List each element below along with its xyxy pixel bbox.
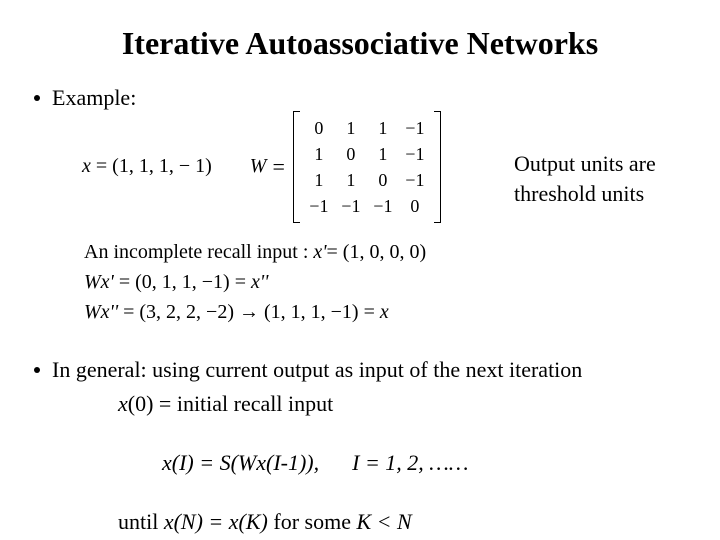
sub-l2: x(I) = S(Wx(I-1)), I = 1, 2, …… xyxy=(162,450,468,475)
sub-line1: x(0) = initial recall input xyxy=(118,389,686,419)
sub-l3-b: x(N) = x(K) xyxy=(164,509,268,534)
recall-block: An incomplete recall input : x'= (1, 0, … xyxy=(84,237,686,327)
matrix-cell: 0 xyxy=(335,141,367,167)
w-equals: = xyxy=(272,152,284,182)
sub-l3-a: until xyxy=(118,509,164,534)
matrix-cell: 1 xyxy=(367,141,399,167)
sub-l3-c: for some xyxy=(268,509,357,534)
sub-line3: until x(N) = x(K) for some K < N xyxy=(118,507,686,537)
recall-line1: An incomplete recall input : x'= (1, 0, … xyxy=(84,237,686,267)
bullet-example: Example: xyxy=(34,83,686,113)
side-note-line1: Output units are xyxy=(514,149,714,179)
matrix-cell: −1 xyxy=(399,115,431,141)
matrix-cell: 0 xyxy=(399,193,431,219)
recall-l1-rest: = (1, 0, 0, 0) xyxy=(327,241,427,263)
x-vector-value: = (1, 1, 1, − 1) xyxy=(96,155,212,177)
sub-line2: x(I) = S(Wx(I-1)), I = 1, 2, …… xyxy=(118,418,686,507)
example-equation-row: x = (1, 1, 1, − 1) W = 011−1101−1110−1−1… xyxy=(34,117,686,223)
matrix-cell: −1 xyxy=(303,193,335,219)
x-var: x xyxy=(82,155,91,177)
side-note-line2: threshold units xyxy=(514,179,714,209)
matrix-cell: −1 xyxy=(335,193,367,219)
w-var: W xyxy=(250,153,267,180)
w-matrix-body: 011−1101−1110−1−1−1−10 xyxy=(301,111,433,223)
recall-line2: Wx' = (0, 1, 1, −1) = x'' xyxy=(84,267,686,297)
recall-l1-prefix: An incomplete recall input : xyxy=(84,241,313,263)
bullet-dot-icon xyxy=(34,95,40,101)
matrix-cell: 1 xyxy=(335,115,367,141)
matrix-cell: −1 xyxy=(399,167,431,193)
recall-l3-b: = (3, 2, 2, −2) → (1, 1, 1, −1) = xyxy=(118,301,380,323)
sub-l1-b: (0) = initial recall input xyxy=(128,391,333,416)
sub-l1-a: x xyxy=(118,391,128,416)
matrix-cell: −1 xyxy=(399,141,431,167)
bullet-general-text: In general: using current output as inpu… xyxy=(52,355,582,385)
bullet-example-text: Example: xyxy=(52,83,136,113)
matrix-cell: 0 xyxy=(367,167,399,193)
bullet-dot-icon xyxy=(34,367,40,373)
matrix-cell: 1 xyxy=(303,141,335,167)
matrix-cell: 1 xyxy=(303,167,335,193)
recall-l3-c: x xyxy=(380,301,389,323)
recall-l2-a: Wx' xyxy=(84,271,114,293)
recall-line3: Wx'' = (3, 2, 2, −2) → (1, 1, 1, −1) = x xyxy=(84,297,686,327)
matrix-cell: −1 xyxy=(367,193,399,219)
bullet-general: In general: using current output as inpu… xyxy=(34,355,686,385)
matrix-cell: 1 xyxy=(367,115,399,141)
recall-l3-a: Wx'' xyxy=(84,301,118,323)
left-bracket-icon xyxy=(291,111,301,223)
side-note: Output units are threshold units xyxy=(514,149,714,208)
right-bracket-icon xyxy=(433,111,443,223)
general-sublines: x(0) = initial recall input x(I) = S(Wx(… xyxy=(118,389,686,537)
sub-l3-d: K < N xyxy=(356,509,411,534)
w-matrix-eq: W = 011−1101−1110−1−1−1−10 xyxy=(250,111,443,223)
recall-l2-c: x'' xyxy=(251,271,268,293)
recall-l1-var: x' xyxy=(313,241,326,263)
recall-l2-b: = (0, 1, 1, −1) = xyxy=(114,271,251,293)
x-vector-eq: x = (1, 1, 1, − 1) xyxy=(82,153,212,180)
matrix-cell: 0 xyxy=(303,115,335,141)
w-matrix: 011−1101−1110−1−1−1−10 xyxy=(291,111,443,223)
matrix-cell: 1 xyxy=(335,167,367,193)
slide-title: Iterative Autoassociative Networks xyxy=(34,22,686,65)
